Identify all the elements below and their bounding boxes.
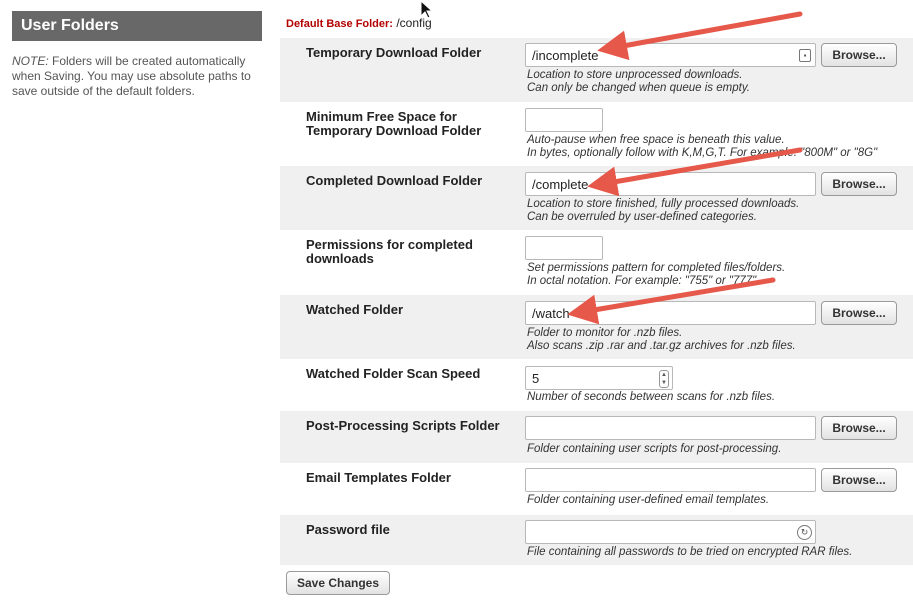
browse-button[interactable]: Browse... xyxy=(821,468,897,492)
browse-button[interactable]: Browse... xyxy=(821,416,897,440)
field-label: Minimum Free Space for Temporary Downloa… xyxy=(306,109,482,138)
help-line: Location to store finished, fully proces… xyxy=(527,198,800,210)
browse-button[interactable]: Browse... xyxy=(821,301,897,325)
row-permissions: Permissions for completed downloads Set … xyxy=(280,230,913,295)
permissions-input[interactable] xyxy=(525,236,603,260)
help-line: Folder containing user scripts for post-… xyxy=(527,443,782,455)
field-value: 5 xyxy=(532,371,540,386)
field-label: Watched Folder Scan Speed xyxy=(306,366,481,381)
field-label: Temporary Download Folder xyxy=(306,45,482,60)
row-minimum-free-space: Minimum Free Space for Temporary Downloa… xyxy=(280,102,913,166)
help-text: Location to store unprocessed downloads.… xyxy=(527,69,750,95)
field-label: Password file xyxy=(306,522,390,537)
scan-speed-input[interactable]: 5 ▲ ▼ xyxy=(525,366,673,390)
save-changes-button[interactable]: Save Changes xyxy=(286,571,390,595)
browse-button[interactable]: Browse... xyxy=(821,43,897,67)
help-line: Can only be changed when queue is empty. xyxy=(527,82,750,94)
sidebar-title: User Folders xyxy=(12,11,262,41)
field-label: Email Templates Folder xyxy=(306,470,451,485)
help-line: Location to store unprocessed downloads. xyxy=(527,69,743,81)
help-text: Folder containing user-defined email tem… xyxy=(527,494,769,507)
field-label: Completed Download Folder xyxy=(306,173,483,188)
help-line: In bytes, optionally follow with K,M,G,T… xyxy=(527,147,878,159)
help-text: Folder containing user scripts for post-… xyxy=(527,443,781,456)
row-email-templates-folder: Email Templates Folder Browse... Folder … xyxy=(280,463,913,515)
row-temporary-download-folder: Temporary Download Folder /incomplete ▪ … xyxy=(280,38,913,102)
field-value: /incomplete xyxy=(532,48,599,63)
help-line: Also scans .zip .rar and .tar.gz archive… xyxy=(527,340,796,352)
post-processing-scripts-folder-input[interactable] xyxy=(525,416,816,440)
row-post-processing-scripts-folder: Post-Processing Scripts Folder Browse...… xyxy=(280,411,913,463)
help-text: Auto-pause when free space is beneath th… xyxy=(527,134,877,160)
minimum-free-space-input[interactable] xyxy=(525,108,603,132)
help-text: Location to store finished, fully proces… xyxy=(527,198,799,224)
help-line: File containing all passwords to be trie… xyxy=(527,546,853,558)
help-text: Number of seconds between scans for .nzb… xyxy=(527,391,775,404)
row-watched-folder: Watched Folder /watch Browse... Folder t… xyxy=(280,295,913,359)
row-completed-download-folder: Completed Download Folder /complete Brow… xyxy=(280,166,913,230)
row-watched-folder-scan-speed: Watched Folder Scan Speed 5 ▲ ▼ Number of… xyxy=(280,359,913,411)
default-base-folder: Default Base Folder: /config xyxy=(286,16,432,30)
row-password-file: Password file ↻ File containing all pass… xyxy=(280,515,913,565)
note-prefix: NOTE: xyxy=(12,54,49,68)
help-line: In octal notation. For example: "755" or… xyxy=(527,275,757,287)
help-line: Number of seconds between scans for .nzb… xyxy=(527,391,776,403)
note-text: Folders will be created automatically wh… xyxy=(12,54,251,98)
base-folder-label: Default Base Folder: xyxy=(286,18,393,30)
help-line: Folder containing user-defined email tem… xyxy=(527,494,770,506)
password-file-input[interactable]: ↻ xyxy=(525,520,816,544)
contact-card-icon: ▪ xyxy=(799,49,811,62)
watched-folder-input[interactable]: /watch xyxy=(525,301,816,325)
sidebar-note: NOTE: Folders will be created automatica… xyxy=(12,54,262,99)
help-line: Can be overruled by user-defined categor… xyxy=(527,211,757,223)
field-label: Watched Folder xyxy=(306,302,404,317)
reset-icon[interactable]: ↻ xyxy=(797,525,812,540)
spinner-arrows-icon[interactable]: ▲ ▼ xyxy=(659,370,669,388)
help-line: Set permissions pattern for completed fi… xyxy=(527,262,786,274)
help-text: Set permissions pattern for completed fi… xyxy=(527,262,785,288)
browse-button[interactable]: Browse... xyxy=(821,172,897,196)
email-templates-folder-input[interactable] xyxy=(525,468,816,492)
temporary-download-folder-input[interactable]: /incomplete ▪ xyxy=(525,43,816,67)
field-label: Post-Processing Scripts Folder xyxy=(306,418,500,433)
mouse-cursor-icon xyxy=(420,0,434,19)
help-text: File containing all passwords to be trie… xyxy=(527,546,852,559)
field-label: Permissions for completed downloads xyxy=(306,237,473,266)
field-value: /complete xyxy=(532,177,589,192)
help-line: Folder to monitor for .nzb files. xyxy=(527,327,683,339)
help-line: Auto-pause when free space is beneath th… xyxy=(527,134,785,146)
help-text: Folder to monitor for .nzb files. Also s… xyxy=(527,327,796,353)
field-value: /watch xyxy=(532,306,570,321)
completed-download-folder-input[interactable]: /complete xyxy=(525,172,816,196)
